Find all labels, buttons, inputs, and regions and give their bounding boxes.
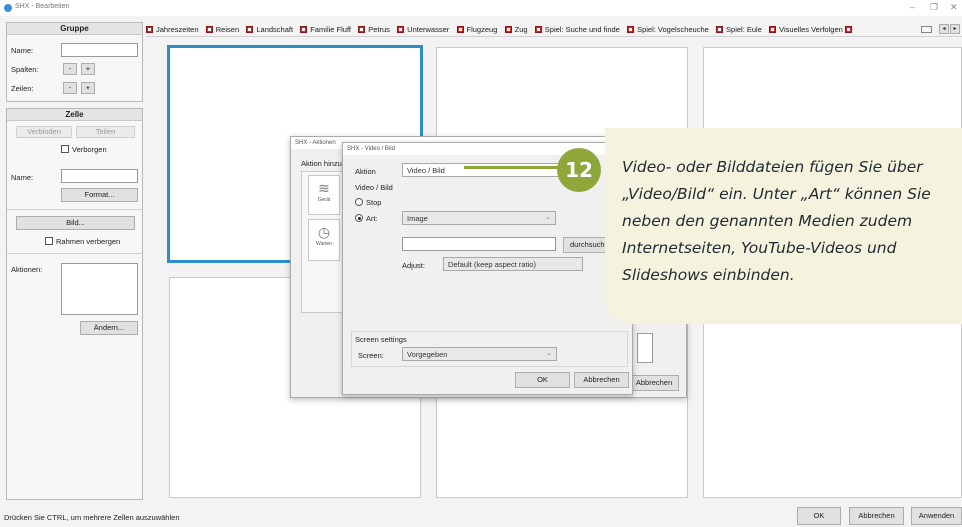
tab-item[interactable]: Flugzeug [456,22,497,36]
zelle-header: Zelle [7,109,142,121]
rahmen-label: Rahmen verbergen [56,237,121,246]
stop-radio[interactable]: Stop [355,198,381,207]
video-ok-button[interactable]: OK [515,372,570,388]
stop-radio-circle[interactable] [355,198,363,206]
verborgen-check-box[interactable] [61,145,69,153]
verbinden-button[interactable]: Verbinden [16,126,72,138]
spalten-minus-button[interactable]: - [63,63,77,75]
tab-item[interactable]: Petrus [358,22,390,36]
close-tab-icon[interactable] [769,26,777,33]
screen-select[interactable]: Vorgegeben ⌄ [402,347,557,361]
close-tab-icon[interactable] [844,26,852,33]
art-radio[interactable]: Art: [355,214,378,223]
aktionen-input[interactable] [637,333,653,363]
minimize-button[interactable]: – [910,2,915,12]
art-radio-circle[interactable] [355,214,363,222]
callout-box: Video- oder Bilddateien fügen Sie über „… [605,128,962,324]
callout-number-badge: 12 [557,148,601,192]
verborgen-label: Verborgen [72,145,107,154]
adjust-label: Adjust: [402,261,425,270]
close-tab-icon[interactable] [300,26,308,33]
screen-settings-label: Screen settings [355,335,407,344]
chevron-down-icon: ⌄ [546,350,552,357]
footer-apply-button[interactable]: Anwenden [911,507,962,525]
tab-item[interactable]: Unterwasser [397,22,449,36]
zeilen-plus-button[interactable]: + [81,82,95,94]
tab-item[interactable]: Reisen [205,22,239,36]
footer-ok-button[interactable]: OK [797,507,841,525]
callout-text: Video- oder Bilddateien fügen Sie über „… [622,158,931,284]
window-titlebar: SHX - Bearbeiten – ❐ ✕ [0,0,962,16]
rahmen-verbergen-checkbox[interactable]: Rahmen verbergen [45,237,120,246]
app-icon [4,4,12,12]
rahmen-check-box[interactable] [45,237,53,245]
aktion-hinzu-label: Aktion hinzu [301,159,342,168]
zeilen-label: Zeilen: [11,84,34,93]
close-tab-icon[interactable] [627,26,635,33]
window-list-icon[interactable] [921,26,932,33]
aendern-button[interactable]: Ändern... [80,321,138,335]
close-button[interactable]: ✕ [950,2,958,13]
maximize-button[interactable]: ❐ [930,2,938,13]
close-tab-icon[interactable] [534,26,542,33]
tab-item[interactable]: Landschaft [246,22,293,36]
tab-scroll-left-button[interactable]: ◂ [939,24,949,34]
window-title: SHX - Bearbeiten [15,3,70,10]
tab-item[interactable]: Zug [504,22,528,36]
zelle-name-input[interactable] [61,169,138,183]
action-item-warten[interactable]: ◷ Warten [308,219,340,261]
file-path-input[interactable] [402,237,556,251]
zeilen-minus-button[interactable]: - [63,82,77,94]
spalten-plus-button[interactable]: + [81,63,95,75]
teilen-button[interactable]: Teilen [76,126,135,138]
gruppe-header: Gruppe [7,23,142,35]
video-bild-group-label: Video / Bild [355,183,393,192]
bild-button[interactable]: Bild... [16,216,135,230]
clock-icon: ◷ [317,224,331,240]
tab-item[interactable]: Spiel: Vogelscheuche [627,22,709,36]
screen-label: Screen: [358,351,384,360]
close-tab-icon[interactable] [504,26,512,33]
art-select[interactable]: Image ⌄ [402,211,556,225]
footer-cancel-button[interactable]: Abbrechen [849,507,904,525]
tab-item[interactable]: Jahreszeiten [146,22,199,36]
chevron-down-icon: ⌄ [545,214,551,221]
aktionen-list[interactable] [61,263,138,315]
aktion-label: Aktion [355,167,376,176]
gruppe-panel: Gruppe Name: Spalten: - + Zeilen: - + [6,22,143,102]
tab-item-active[interactable]: Visuelles Verfolgen [769,22,855,36]
adjust-select[interactable]: Default (keep aspect ratio) [443,257,583,271]
verborgen-checkbox[interactable]: Verborgen [61,145,107,154]
spalten-label: Spalten: [11,65,39,74]
aktionen-label: Aktionen: [11,265,43,274]
gruppe-name-label: Name: [11,46,34,55]
tab-bar: Jahreszeiten Reisen Landschaft Familie F… [146,22,962,37]
close-tab-icon[interactable] [205,26,213,33]
zelle-panel: Zelle Verbinden Teilen Verborgen Name: F… [6,108,143,500]
close-tab-icon[interactable] [146,26,153,33]
tab-scroll-right-button[interactable]: ▸ [950,24,960,34]
action-item-geraet[interactable]: ≋ Gerät [308,175,340,215]
close-tab-icon[interactable] [358,26,366,33]
status-text: Drücken Sie CTRL, um mehrere Zellen ausz… [4,513,180,522]
close-tab-icon[interactable] [716,26,724,33]
wifi-icon: ≋ [318,180,330,196]
tab-item[interactable]: Spiel: Eule [716,22,762,36]
divider [7,253,142,254]
tab-item[interactable]: Familie Fluff [300,22,351,36]
video-cancel-button[interactable]: Abbrechen [574,372,629,388]
aktionen-cancel-button[interactable]: Abbrechen [629,375,679,391]
format-button[interactable]: Format... [61,188,138,202]
divider [7,209,142,210]
zelle-name-label: Name: [11,173,34,182]
callout-leader-line [464,166,558,169]
close-tab-icon[interactable] [246,26,254,33]
close-tab-icon[interactable] [456,26,464,33]
tab-item[interactable]: Spiel: Suche und finde [534,22,620,36]
gruppe-name-input[interactable] [61,43,138,57]
close-tab-icon[interactable] [397,26,405,33]
